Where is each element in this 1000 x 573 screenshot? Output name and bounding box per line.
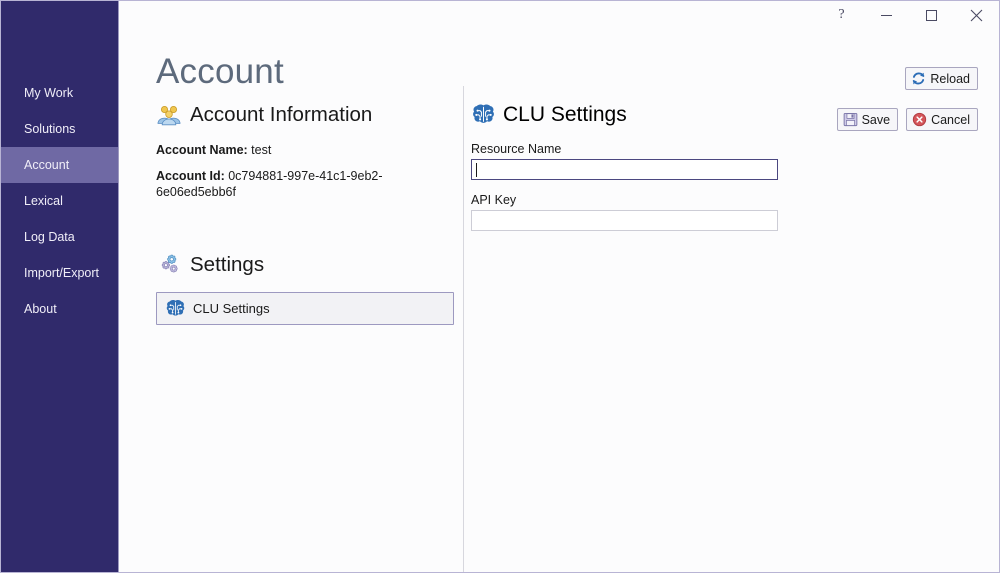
clu-settings-header: CLU Settings: [471, 102, 781, 127]
save-button-label: Save: [861, 112, 891, 127]
resource-name-input[interactable]: [471, 159, 778, 180]
reload-button[interactable]: Reload: [905, 67, 978, 90]
title-bar: ?: [1, 1, 999, 30]
sidebar-navigation: My Work Solutions Account Lexical Log Da…: [1, 1, 119, 572]
cancel-button[interactable]: Cancel: [906, 108, 978, 131]
account-name-value: test: [251, 143, 272, 157]
sidebar-item-lexical[interactable]: Lexical: [1, 183, 118, 219]
people-group-icon: [156, 102, 182, 128]
sidebar-item-account[interactable]: Account: [1, 147, 118, 183]
clu-settings-heading: CLU Settings: [503, 102, 627, 126]
cancel-button-label: Cancel: [931, 112, 970, 127]
resource-name-label: Resource Name: [471, 142, 562, 156]
sidebar-item-import-export[interactable]: Import/Export: [1, 255, 118, 291]
clu-settings-panel: CLU Settings Resource Name API Key: [471, 102, 781, 244]
sidebar-item-my-work[interactable]: My Work: [1, 75, 118, 111]
account-id-row: Account Id: 0c794881-997e-41c1-9eb2-6e06…: [156, 168, 454, 200]
reload-button-label: Reload: [930, 71, 970, 86]
application-window: ? My Work Solutions Account Lexical Log …: [0, 0, 1000, 573]
save-cancel-toolbar: Save Cancel: [836, 108, 978, 131]
settings-header: Settings: [156, 252, 454, 278]
sidebar-item-label: Log Data: [24, 230, 75, 244]
resource-name-field-wrap: [471, 159, 781, 180]
reload-toolbar: Reload: [905, 67, 978, 91]
brain-circuit-icon: [165, 298, 186, 319]
minimize-icon: [881, 14, 892, 16]
sidebar-item-label: My Work: [24, 86, 74, 100]
brain-circuit-icon: [471, 102, 496, 127]
cancel-circle-icon: [912, 112, 927, 127]
left-column: Account Information Account Name: test A…: [156, 102, 454, 325]
column-divider: [463, 86, 464, 572]
sidebar-item-label: About: [24, 302, 57, 316]
main-content: Account Reload Save Cancel Account Infor…: [120, 30, 999, 572]
maximize-button[interactable]: [909, 1, 954, 29]
floppy-disk-icon: [843, 112, 857, 127]
api-key-label: API Key: [471, 193, 517, 207]
account-name-label: Account Name:: [156, 143, 248, 157]
account-id-label: Account Id:: [156, 169, 225, 183]
api-key-input[interactable]: [471, 210, 778, 231]
page-title: Account: [156, 52, 284, 91]
text-cursor: [476, 163, 477, 177]
close-icon: [970, 9, 983, 21]
sidebar-item-label: Import/Export: [24, 266, 100, 280]
account-name-row: Account Name: test: [156, 142, 454, 158]
sidebar-item-label: Lexical: [24, 194, 63, 208]
account-information-heading: Account Information: [190, 103, 373, 126]
sidebar-item-label: Solutions: [24, 122, 76, 136]
help-icon: ?: [838, 7, 845, 22]
reload-icon: [913, 72, 925, 85]
maximize-icon: [926, 9, 937, 21]
sidebar-item-about[interactable]: About: [1, 291, 118, 327]
save-button[interactable]: Save: [836, 108, 899, 131]
gears-icon: [156, 252, 182, 278]
minimize-button[interactable]: [864, 1, 909, 29]
setting-item-clu-settings[interactable]: CLU Settings: [156, 292, 454, 325]
sidebar-item-solutions[interactable]: Solutions: [1, 111, 118, 147]
sidebar-item-label: Account: [24, 158, 70, 172]
close-button[interactable]: [954, 1, 999, 29]
setting-item-label: CLU Settings: [193, 301, 270, 316]
account-information-header: Account Information: [156, 102, 454, 128]
help-button[interactable]: ?: [819, 1, 864, 29]
sidebar-item-log-data[interactable]: Log Data: [1, 219, 118, 255]
settings-heading: Settings: [190, 253, 265, 276]
